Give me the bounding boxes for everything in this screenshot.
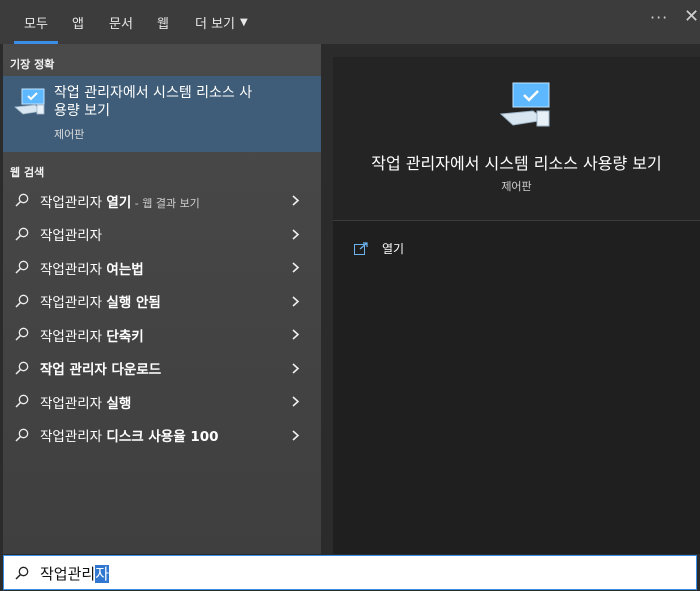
tab-documents[interactable]: 문서 <box>109 0 133 44</box>
search-icon <box>15 394 29 408</box>
detail-title: 작업 관리자에서 시스템 리소스 사용량 보기 <box>371 154 662 173</box>
search-icon <box>15 294 29 308</box>
search-input-text: 작업관리 <box>40 565 96 583</box>
tab-label: 모두 <box>24 16 48 32</box>
open-icon <box>354 241 368 255</box>
tab-more[interactable]: 더 보기 ▼ <box>195 0 248 44</box>
web-search-item-label: 작업관리자 <box>40 224 102 244</box>
close-icon[interactable]: ✕ <box>684 6 699 27</box>
query-prefix: 작업관리자 <box>40 228 103 244</box>
query-prefix: 작업관리자 <box>40 194 107 211</box>
web-search-item[interactable]: 작업관리자 열기 - 웹 결과 보기 <box>3 184 321 217</box>
search-input[interactable]: 작업관리자 <box>40 563 110 584</box>
tab-label: 문서 <box>109 16 133 32</box>
search-icon <box>15 327 29 341</box>
web-search-item-label: 작업관리자 디스크 사용율 100 <box>40 425 219 445</box>
best-match-heading: 기장 정확 <box>10 58 55 71</box>
query-prefix: 작업관리자 <box>40 261 107 278</box>
search-input-selection: 자 <box>95 565 110 583</box>
web-search-item-label: 작업관리자 실행 <box>40 392 131 412</box>
query-suggestion: 열기 <box>106 194 132 211</box>
caret-down-icon: ▼ <box>240 16 248 28</box>
tab-all[interactable]: 모두 <box>14 0 58 44</box>
search-icon <box>15 260 29 274</box>
web-search-item[interactable]: 작업관리자 디스크 사용율 100 <box>3 419 321 452</box>
tab-web[interactable]: 웹 <box>157 0 169 44</box>
search-icon <box>15 227 29 241</box>
monitor-check-icon <box>14 88 45 115</box>
web-search-item[interactable]: 작업관리자 단축키 <box>3 318 321 351</box>
query-suggestion: 디스크 사용율 100 <box>106 429 219 445</box>
query-suggestion: 단축키 <box>106 328 144 345</box>
tab-label: 웹 <box>157 16 169 32</box>
search-icon <box>15 428 29 442</box>
web-search-item-label: 작업 관리자 다운로드 <box>40 358 161 378</box>
open-action-label: 열기 <box>382 241 405 256</box>
tab-apps[interactable]: 앱 <box>72 0 84 44</box>
top-bar: 모두 앱 문서 웹 더 보기 ▼ ··· ✕ <box>0 0 700 44</box>
best-match-title: 작업 관리자에서 시스템 리소스 사용량 보기 <box>54 85 253 119</box>
more-options-button[interactable]: ··· <box>650 8 668 27</box>
web-search-item-label: 작업관리자 단축키 <box>40 325 144 345</box>
web-search-heading: 웹 검색 <box>10 166 45 179</box>
query-suggestion: 실행 안됨 <box>106 295 161 311</box>
best-match-item[interactable]: 작업 관리자에서 시스템 리소스 사용량 보기 제어판 <box>3 76 321 152</box>
tab-label: 더 보기 <box>195 16 236 32</box>
chevron-right-icon[interactable] <box>291 262 300 273</box>
chevron-right-icon[interactable] <box>291 396 300 407</box>
chevron-right-icon[interactable] <box>291 329 300 340</box>
query-suggestion: 여는법 <box>106 261 144 278</box>
query-hint: - 웹 결과 보기 <box>131 196 200 210</box>
chevron-right-icon[interactable] <box>291 362 300 374</box>
web-search-item-label: 작업관리자 여는법 <box>40 258 144 278</box>
chevron-right-icon[interactable] <box>291 195 300 206</box>
query-prefix: 작업관리자 <box>40 395 107 412</box>
web-search-item[interactable]: 작업관리자 실행 <box>3 385 321 418</box>
search-icon <box>15 361 29 375</box>
query-prefix: 작업관리자 <box>40 295 107 311</box>
open-action[interactable]: 열기 <box>354 238 404 258</box>
query-suggestion: 실행 <box>106 395 132 412</box>
query-suggestion: 작업 관리자 다운로드 <box>40 362 162 378</box>
web-search-item[interactable]: 작업관리자 실행 안됨 <box>3 285 321 318</box>
monitor-check-icon <box>499 82 550 127</box>
detail-subtitle: 제어판 <box>501 180 532 193</box>
web-search-item[interactable]: 작업관리자 <box>3 218 321 251</box>
query-prefix: 작업관리자 <box>40 328 107 345</box>
chevron-right-icon[interactable] <box>291 295 300 307</box>
web-search-item[interactable]: 작업 관리자 다운로드 <box>3 352 321 385</box>
search-icon <box>15 193 29 207</box>
query-prefix: 작업관리자 <box>40 429 107 445</box>
best-match-subtitle: 제어판 <box>54 128 85 141</box>
web-search-item-label: 작업관리자 열기 - 웹 결과 보기 <box>40 191 200 211</box>
tab-label: 앱 <box>72 16 84 32</box>
chevron-right-icon[interactable] <box>291 228 300 240</box>
web-search-item-label: 작업관리자 실행 안됨 <box>40 291 161 311</box>
search-icon <box>15 566 29 580</box>
chevron-right-icon[interactable] <box>291 429 300 441</box>
web-search-item[interactable]: 작업관리자 여는법 <box>3 251 321 284</box>
search-box[interactable]: 작업관리자 <box>3 555 697 590</box>
